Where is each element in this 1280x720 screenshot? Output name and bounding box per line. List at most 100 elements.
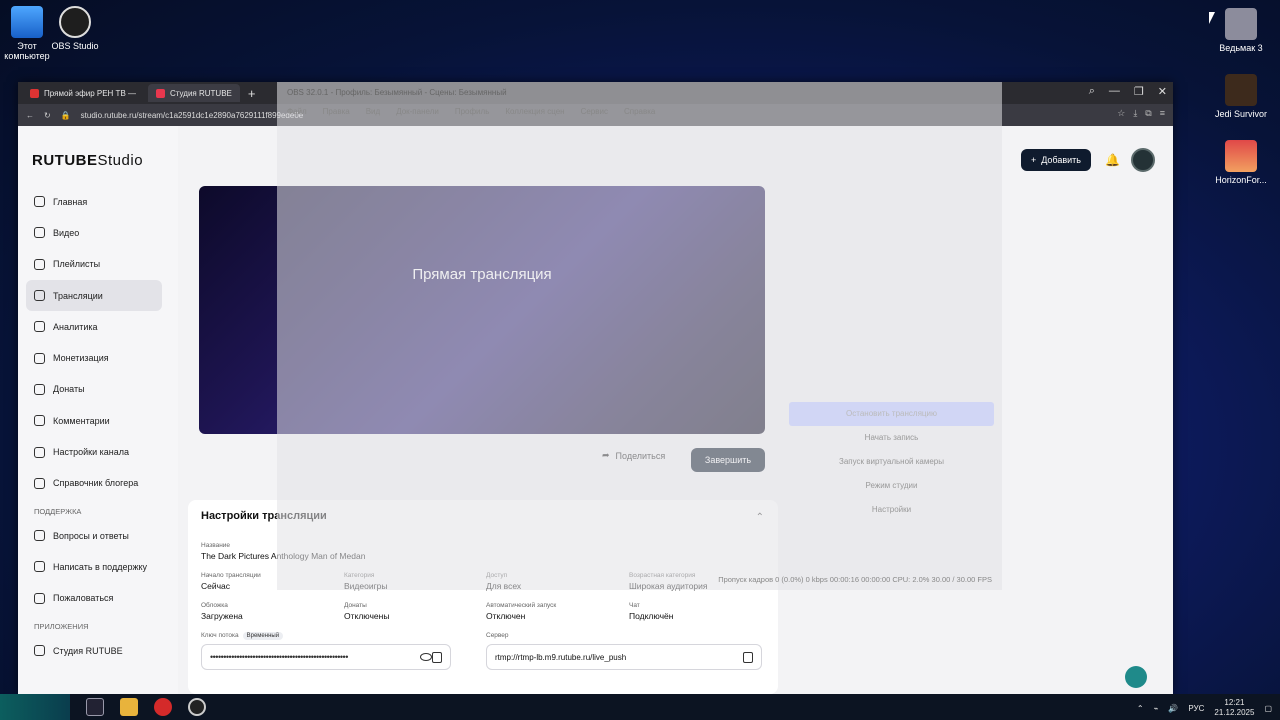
support-header: Поддержка <box>34 506 82 516</box>
sidebar-item-streams[interactable]: Трансляции <box>26 279 162 312</box>
file-explorer-icon[interactable] <box>120 698 138 716</box>
field-label: Категория <box>344 572 375 579</box>
stream-key-value: ••••••••••••••••••••••••••••••••••••••••… <box>210 652 348 662</box>
share-icon: ➦ <box>602 450 610 460</box>
field-value: The Dark Pictures Anthology Man of Medan <box>201 551 366 561</box>
mail-icon <box>34 561 45 573</box>
avatar[interactable] <box>1131 148 1155 172</box>
field-label: Обложка <box>201 602 228 609</box>
field-chat: Чат Подключён <box>629 602 673 621</box>
field-category: Категория Видеоигры <box>344 572 388 591</box>
volume-icon[interactable]: 🔊 <box>1168 704 1178 713</box>
field-donations: Донаты Отключены <box>344 602 389 621</box>
sidebar-item-rutube-app[interactable]: Студия RUTUBE <box>26 635 162 666</box>
bell-icon[interactable]: 🔔 <box>1105 154 1120 166</box>
field-start: Начало трансляции Сейчас <box>201 572 261 591</box>
widgets-area[interactable] <box>0 694 70 720</box>
stream-preview[interactable]: Прямая трансляция <box>199 186 765 434</box>
desktop-icon-horizon[interactable]: HorizonFor... <box>1208 140 1274 185</box>
share-label: Поделиться <box>615 450 666 461</box>
field-label: Ключ потока <box>201 632 239 639</box>
maximize-icon[interactable]: ❐ <box>1134 85 1144 98</box>
sidebar: RUTUBEStudio Главная Видео Плейлисты Тра… <box>18 126 178 694</box>
sidebar-item-channel-settings[interactable]: Настройки канала <box>26 436 162 467</box>
minimize-icon[interactable]: — <box>1109 85 1120 98</box>
sidebar-item-faq[interactable]: Вопросы и ответы <box>26 520 162 551</box>
copy-icon[interactable] <box>432 651 442 663</box>
url-text[interactable]: studio.rutube.ru/stream/c1a2591dc1e2890a… <box>81 111 304 120</box>
logo-text: RUTUBE <box>32 152 98 169</box>
mouse-cursor-icon <box>1209 12 1215 24</box>
extensions-icon[interactable]: ⧉ <box>1145 108 1151 119</box>
server-value: rtmp://rtmp-lb.m9.rutube.ru/live_push <box>495 652 627 662</box>
share-button[interactable]: ➦ Поделиться <box>602 450 665 461</box>
menu-icon[interactable]: ≡ <box>1160 108 1165 119</box>
sidebar-item-report[interactable]: Пожаловаться <box>26 583 162 614</box>
field-value: Отключены <box>344 611 390 621</box>
desktop-icon-label: HorizonFor... <box>1215 175 1267 185</box>
player-title: Прямая трансляция <box>412 266 552 283</box>
taskbar: ⌃ ⌁ 🔊 РУС 12:21 21.12.2025 ▢ <box>0 694 1280 720</box>
sidebar-item-label: Монетизация <box>53 353 109 364</box>
field-value: Загружена <box>201 611 243 621</box>
clock[interactable]: 12:21 21.12.2025 <box>1214 698 1254 718</box>
download-icon[interactable]: ⤓ <box>1133 108 1137 119</box>
sidebar-item-monetization[interactable]: Монетизация <box>26 342 162 373</box>
add-button[interactable]: + Добавить <box>1020 149 1091 171</box>
home-icon <box>34 196 45 208</box>
notification-icon[interactable]: ▢ <box>1264 704 1272 713</box>
search-tabs-icon[interactable]: ⌕ <box>1089 85 1095 98</box>
end-stream-button[interactable]: Завершить <box>691 448 765 472</box>
witcher-icon <box>1225 8 1257 40</box>
sidebar-item-video[interactable]: Видео <box>26 217 162 248</box>
task-view-icon[interactable] <box>86 698 104 716</box>
support-chat-icon[interactable] <box>1125 666 1147 688</box>
network-icon[interactable]: ⌁ <box>1154 704 1159 713</box>
sidebar-item-label: Плейлисты <box>53 259 101 270</box>
field-cover: Обложка Загружена <box>201 602 243 621</box>
obs-taskbar-icon[interactable] <box>188 698 206 716</box>
rutube-logo[interactable]: RUTUBEStudio <box>32 152 143 169</box>
reload-icon[interactable]: ↻ <box>44 111 51 120</box>
video-icon <box>34 227 45 239</box>
field-value: Сейчас <box>201 581 231 591</box>
field-label: Автоматический запуск <box>486 602 557 609</box>
sidebar-item-blogger-guide[interactable]: Справочник блогера <box>26 468 162 499</box>
chevron-up-icon[interactable]: ⌃ <box>1137 704 1144 713</box>
opera-browser-icon[interactable] <box>154 698 172 716</box>
sidebar-item-label: Написать в поддержку <box>53 561 148 572</box>
sidebar-item-contact-support[interactable]: Написать в поддержку <box>26 551 162 582</box>
new-tab-icon[interactable]: + <box>248 86 256 101</box>
desktop-icon-label: Jedi Survivor <box>1214 109 1268 119</box>
sidebar-item-label: Видео <box>53 227 80 238</box>
tab-ren-tv[interactable]: Прямой эфир РЕН ТВ — <box>22 84 144 102</box>
field-label: Начало трансляции <box>201 572 261 579</box>
address-bar: ← ↻ 🔒 studio.rutube.ru/stream/c1a2591dc1… <box>18 104 1173 126</box>
sidebar-item-analytics[interactable]: Аналитика <box>26 311 162 342</box>
tab-rutube-studio[interactable]: Студия RUTUBE <box>148 84 240 102</box>
desktop-icon-jedi[interactable]: Jedi Survivor <box>1208 74 1274 119</box>
chevron-up-icon[interactable]: ⌃ <box>756 512 764 523</box>
desktop-icon-witcher[interactable]: Ведьмак 3 <box>1208 8 1274 53</box>
sidebar-item-donations[interactable]: Донаты <box>26 374 162 405</box>
stream-key-field[interactable]: ••••••••••••••••••••••••••••••••••••••••… <box>201 644 451 670</box>
desktop-icon-label: OBS Studio <box>51 41 99 51</box>
system-tray: ⌃ ⌁ 🔊 РУС 12:21 21.12.2025 ▢ <box>1137 698 1272 718</box>
obs-icon <box>59 6 91 38</box>
analytics-icon <box>34 321 45 333</box>
eye-icon[interactable] <box>420 653 433 661</box>
sidebar-item-home[interactable]: Главная <box>26 186 162 217</box>
back-icon[interactable]: ← <box>26 111 34 120</box>
desktop-icon-obs[interactable]: OBS Studio <box>42 6 108 51</box>
bookmark-icon[interactable]: ☆ <box>1117 108 1125 119</box>
server-field[interactable]: rtmp://rtmp-lb.m9.rutube.ru/live_push <box>486 644 762 670</box>
sidebar-item-playlists[interactable]: Плейлисты <box>26 249 162 280</box>
field-server-label: Сервер <box>486 632 509 639</box>
sidebar-item-comments[interactable]: Комментарии <box>26 405 162 436</box>
close-icon[interactable]: ✕ <box>1158 85 1167 98</box>
field-value: Широкая аудитория <box>629 581 708 591</box>
copy-icon[interactable] <box>743 651 753 663</box>
playlist-icon <box>34 258 45 270</box>
language-indicator[interactable]: РУС <box>1188 704 1204 713</box>
stream-settings-panel: Настройки трансляции ⌃ Название The Dark… <box>188 500 778 694</box>
